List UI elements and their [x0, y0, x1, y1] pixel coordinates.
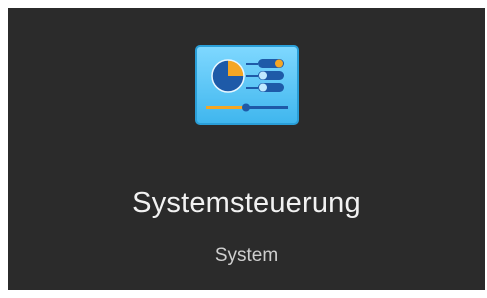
- control-panel-icon: [194, 44, 300, 126]
- app-result-tile[interactable]: Systemsteuerung System: [8, 8, 485, 290]
- app-category: System: [214, 245, 279, 266]
- app-title: Systemsteuerung: [132, 187, 361, 219]
